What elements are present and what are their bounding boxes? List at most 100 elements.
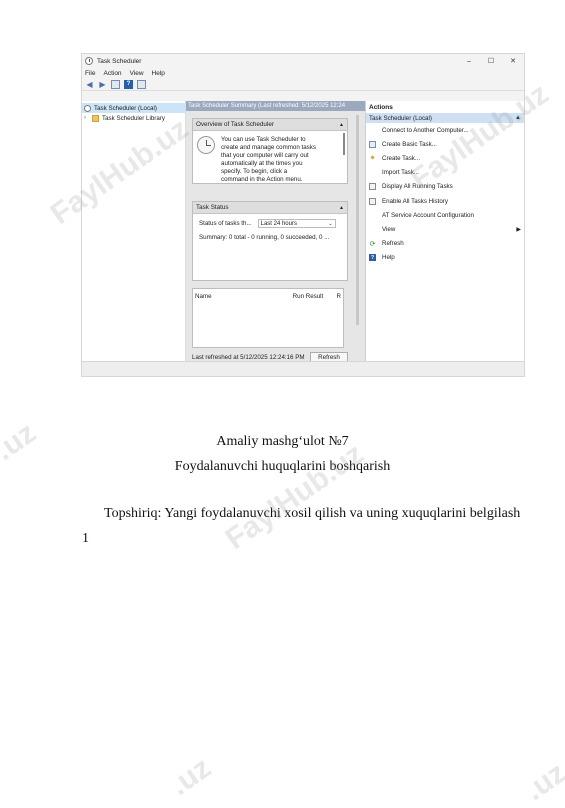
- action-label: Display All Running Tasks: [382, 183, 453, 191]
- action-create-basic-task[interactable]: Create Basic Task...: [366, 137, 524, 151]
- chevron-right-icon[interactable]: ›: [84, 115, 92, 121]
- running-tasks-icon: [369, 183, 376, 191]
- create-basic-task-icon: [369, 140, 376, 148]
- watermark: FaylHub.uz: [219, 437, 370, 556]
- blank-icon: [369, 212, 376, 219]
- overview-line: You can use Task Scheduler to: [221, 136, 306, 143]
- show-hide-action-pane-icon[interactable]: [137, 79, 146, 89]
- help-icon: ?: [369, 254, 376, 262]
- action-label: Connect to Another Computer...: [382, 126, 469, 134]
- action-label: Create Task...: [382, 154, 421, 162]
- task-scheduler-clock-icon: [197, 136, 215, 154]
- task-scheduler-screenshot: Task Scheduler – ☐ ✕ File Action View He…: [81, 53, 525, 377]
- blank-icon: [369, 169, 376, 176]
- refresh-icon: ⟳: [369, 240, 376, 248]
- overview-line: specify. To begin, click a: [221, 168, 288, 175]
- action-label: View: [382, 225, 396, 233]
- document-task: Topshiriq: Yangi foydalanuvchi xosil qil…: [104, 506, 521, 521]
- task-grid[interactable]: Name Run Result R: [192, 288, 344, 348]
- status-bar: [82, 361, 524, 376]
- grid-header: Name Run Result R: [193, 289, 343, 300]
- overview-line: create and manage common tasks: [221, 144, 316, 151]
- page-number: 1: [82, 531, 89, 546]
- overview-text: You can use Task Scheduler to create and…: [221, 136, 331, 184]
- history-icon: [369, 197, 376, 205]
- action-refresh[interactable]: ⟳ Refresh: [366, 237, 524, 251]
- column-header-name[interactable]: Name: [195, 293, 293, 300]
- forward-arrow-icon[interactable]: ▶: [98, 80, 107, 89]
- overview-scrollbar[interactable]: [343, 133, 345, 155]
- action-label: Import Task...: [382, 169, 420, 177]
- console-tree: Task Scheduler (Local) › Task Scheduler …: [82, 101, 186, 364]
- task-status-header[interactable]: Task Status ▲: [193, 202, 347, 214]
- summary-header: Task Scheduler Summary (Last refreshed: …: [186, 101, 365, 111]
- action-import-task[interactable]: Import Task...: [366, 166, 524, 180]
- chevron-right-icon: ▶: [516, 226, 521, 233]
- status-filter-label: Status of tasks th...: [199, 220, 252, 227]
- menu-view[interactable]: View: [130, 70, 144, 77]
- overview-line: automatically at the times you: [221, 160, 303, 167]
- menu-bar: File Action View Help: [82, 68, 524, 78]
- menu-help[interactable]: Help: [152, 70, 165, 77]
- action-enable-all-tasks-history[interactable]: Enable All Tasks History: [366, 194, 524, 208]
- watermark: .uz: [519, 756, 565, 808]
- clock-icon: [84, 104, 91, 112]
- tree-item-task-scheduler-local[interactable]: Task Scheduler (Local): [82, 103, 185, 113]
- show-hide-console-tree-icon[interactable]: [111, 79, 120, 89]
- action-connect-to-another-computer[interactable]: Connect to Another Computer...: [366, 123, 524, 137]
- action-at-service-account-configuration[interactable]: AT Service Account Configuration: [366, 208, 524, 222]
- collapse-icon[interactable]: ▲: [515, 115, 521, 121]
- status-period-dropdown[interactable]: Last 24 hours ⌄: [257, 219, 336, 228]
- back-arrow-icon[interactable]: ◀: [85, 80, 94, 89]
- document-title: Amaliy mashg‘ulot №7: [216, 434, 349, 449]
- status-summary: Summary: 0 total - 0 running, 0 succeede…: [199, 234, 330, 241]
- minimize-button[interactable]: –: [458, 58, 480, 65]
- actions-subheader-label: Task Scheduler (Local): [369, 114, 432, 122]
- close-button[interactable]: ✕: [502, 57, 524, 65]
- maximize-button[interactable]: ☐: [480, 57, 502, 65]
- actions-title: Actions: [369, 103, 393, 111]
- chevron-down-icon: ⌄: [328, 220, 333, 227]
- document-subtitle: Foydalanuvchi huquqlarini boshqarish: [174, 459, 391, 474]
- action-label: Refresh: [382, 240, 404, 248]
- task-status-title: Task Status: [196, 204, 229, 211]
- action-help[interactable]: ? Help: [366, 251, 524, 265]
- action-label: AT Service Account Configuration: [382, 211, 474, 219]
- folder-icon: [92, 114, 99, 122]
- action-label: Create Basic Task...: [382, 140, 437, 148]
- help-icon[interactable]: ?: [124, 79, 133, 89]
- action-display-all-running-tasks[interactable]: Display All Running Tasks: [366, 180, 524, 194]
- blank-icon: [369, 226, 376, 233]
- last-refreshed-text: Last refreshed at 5/12/2025 12:24:16 PM: [192, 354, 305, 361]
- blank-icon: [369, 127, 376, 134]
- overview-body: You can use Task Scheduler to create and…: [193, 131, 347, 184]
- actions-pane: Actions Task Scheduler (Local) ▲ Connect…: [366, 101, 524, 364]
- action-label: Help: [382, 254, 395, 262]
- summary-pane: Task Scheduler Summary (Last refreshed: …: [186, 101, 366, 364]
- watermark: .uz: [164, 751, 218, 803]
- status-filter-row: Status of tasks th... Last 24 hours ⌄: [193, 214, 347, 228]
- collapse-icon[interactable]: ▲: [339, 122, 344, 128]
- overview-title: Overview of Task Scheduler: [196, 121, 274, 128]
- menu-file[interactable]: File: [85, 70, 95, 77]
- clock-icon: [85, 57, 93, 65]
- menu-action[interactable]: Action: [103, 70, 121, 77]
- overview-header[interactable]: Overview of Task Scheduler ▲: [193, 119, 347, 131]
- action-view[interactable]: View ▶: [366, 222, 524, 236]
- tree-item-label: Task Scheduler (Local): [94, 104, 157, 112]
- tree-item-label: Task Scheduler Library: [102, 114, 165, 122]
- summary-scrollbar[interactable]: [356, 115, 359, 325]
- collapse-icon[interactable]: ▲: [339, 205, 344, 211]
- actions-subheader[interactable]: Task Scheduler (Local) ▲: [366, 113, 524, 123]
- column-header-r[interactable]: R: [337, 293, 341, 300]
- toolbar: ◀ ▶ ?: [82, 78, 524, 91]
- action-label: Enable All Tasks History: [382, 197, 448, 205]
- tree-item-task-scheduler-library[interactable]: › Task Scheduler Library: [82, 113, 185, 123]
- column-header-run-result[interactable]: Run Result: [293, 293, 337, 300]
- title-bar: Task Scheduler – ☐ ✕: [82, 54, 524, 68]
- overview-line: command in the Action menu.: [221, 176, 303, 183]
- action-create-task[interactable]: ✷ Create Task...: [366, 151, 524, 165]
- overview-section: Overview of Task Scheduler ▲ You can use…: [192, 118, 348, 184]
- overview-line: that your computer will carry out: [221, 152, 309, 159]
- window-title: Task Scheduler: [97, 57, 142, 65]
